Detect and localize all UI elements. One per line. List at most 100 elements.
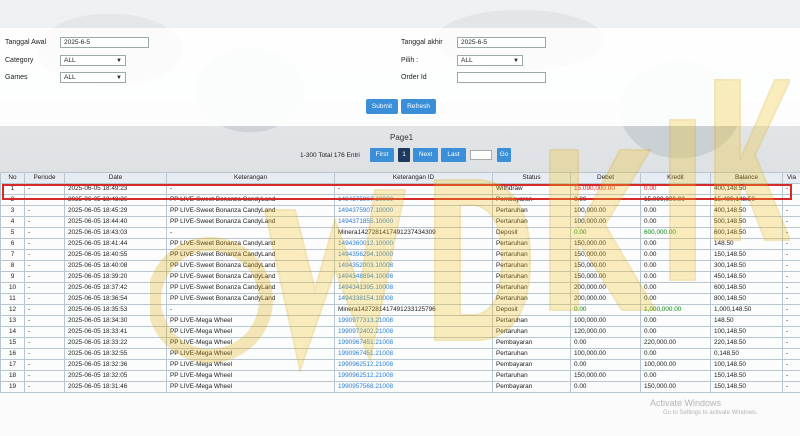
- table-row: 3-2025-06-05 18:45:29 PP LIVE-Sweet Bonan…: [0, 205, 800, 217]
- table-cell: -: [24, 227, 65, 239]
- table-cell: Minera142728141749123743430​9: [334, 227, 493, 239]
- table-cell: 0.00: [570, 304, 641, 316]
- table-cell: 150,000.00: [640, 381, 711, 393]
- table-cell: Pertaruhan: [492, 271, 571, 283]
- table-cell: Pertaruhan: [492, 216, 571, 228]
- table-cell[interactable]: 1494360012.10000: [334, 238, 493, 250]
- table-cell[interactable]: 1990967451.21008: [334, 337, 493, 349]
- page-number-input[interactable]: [470, 150, 492, 160]
- table-cell: 100,148.50: [710, 359, 783, 371]
- table-cell: 0.00: [570, 359, 641, 371]
- table-cell: 0.00: [640, 315, 711, 327]
- table-cell[interactable]: 1494348894.10008: [334, 271, 493, 283]
- table-cell[interactable]: 1990962512.21008: [334, 370, 493, 382]
- table-cell[interactable]: 1494375907.10000: [334, 205, 493, 217]
- table-cell[interactable]: 1494352003.10008: [334, 260, 493, 272]
- table-row: 2-2025-06-05 18:48:36 PP LIVE-Sweet Bonan…: [0, 194, 800, 206]
- table-cell: 3: [0, 205, 25, 217]
- table-cell[interactable]: 1990962512.21008: [334, 359, 493, 371]
- games-select[interactable]: ALL ▼: [60, 72, 126, 83]
- table-cell: 100,000.00: [640, 359, 711, 371]
- table-cell[interactable]: 1990977313.21008: [334, 315, 493, 327]
- table-cell: 150,000.00: [570, 271, 641, 283]
- table-row: 12-2025-06-05 18:35:53- Minera14272814174…: [0, 304, 800, 316]
- table-cell: 2025-06-05 18:43:03: [64, 227, 167, 239]
- table-cell: 2025-06-05 18:41:44: [64, 238, 167, 250]
- table-cell: 2025-06-05 18:33:22: [64, 337, 167, 349]
- table-cell: Pertaruhan: [492, 282, 571, 294]
- table-cell: Pembayaran: [492, 337, 571, 349]
- table-cell: 2025-06-05 18:34:30: [64, 315, 167, 327]
- table-cell: 2025-06-05 18:48:36: [64, 194, 167, 206]
- table-cell[interactable]: 1990957568.21008: [334, 381, 493, 393]
- table-row: 16-2025-06-05 18:32:55 PP LIVE-Mega Wheel…: [0, 348, 800, 360]
- table-cell: Deposit: [492, 304, 571, 316]
- table-cell[interactable]: 1494338154.10008: [334, 293, 493, 305]
- current-page-button[interactable]: 1: [398, 148, 410, 162]
- next-page-button[interactable]: Next: [413, 148, 438, 162]
- table-cell: 2025-06-05 18:40:08: [64, 260, 167, 272]
- table-cell: 17: [0, 359, 25, 371]
- games-label: Games: [5, 74, 28, 81]
- table-cell: 2025-06-05 18:32:05: [64, 370, 167, 382]
- table-cell: -: [782, 326, 800, 338]
- table-row: 11-2025-06-05 18:36:54 PP LIVE-Sweet Bona…: [0, 293, 800, 305]
- table-cell: 0.00: [640, 205, 711, 217]
- table-cell: Pertaruhan: [492, 348, 571, 360]
- table-cell: 15: [0, 337, 25, 349]
- pilih-select[interactable]: ALL ▼: [457, 55, 523, 66]
- order-id-input[interactable]: [457, 72, 546, 83]
- table-cell: 400,148.50: [710, 205, 783, 217]
- go-button[interactable]: Go: [497, 148, 511, 162]
- table-cell: 200,000.00: [570, 293, 641, 305]
- pilih-label: Pilih :: [401, 57, 419, 64]
- table-cell[interactable]: 1494375907.10000: [334, 194, 493, 206]
- table-cell: 300,148.50: [710, 260, 783, 272]
- table-cell: 12: [0, 304, 25, 316]
- tanggal-akhir-input[interactable]: 2025-6-5: [457, 37, 546, 48]
- table-cell: -: [782, 249, 800, 261]
- table-cell: 220,000.00: [640, 337, 711, 349]
- table-cell: 1,000,000.00: [640, 304, 711, 316]
- table-cell: -: [24, 260, 65, 272]
- table-cell: -: [24, 315, 65, 327]
- table-cell: 7: [0, 249, 25, 261]
- chevron-down-icon: ▼: [513, 58, 519, 64]
- submit-button[interactable]: Submit: [366, 99, 398, 114]
- column-header: Date: [64, 172, 167, 184]
- table-cell: PP LIVE-Sweet Bonanza CandyLand: [166, 216, 335, 228]
- table-cell: 19: [0, 381, 25, 393]
- table-cell: 2: [0, 194, 25, 206]
- table-cell: 2025-06-05 18:31:46: [64, 381, 167, 393]
- last-page-button[interactable]: Last: [441, 148, 466, 162]
- column-header: Status: [492, 172, 571, 184]
- table-cell: -: [24, 381, 65, 393]
- table-cell: -: [166, 227, 335, 239]
- tanggal-awal-input[interactable]: 2025-6-5: [60, 37, 149, 48]
- table-cell: Deposit: [492, 227, 571, 239]
- table-cell[interactable]: 1494356294.10000: [334, 249, 493, 261]
- table-cell[interactable]: 1990967451.21008: [334, 348, 493, 360]
- table-row: 10-2025-06-05 18:37:42 PP LIVE-Sweet Bona…: [0, 282, 800, 294]
- table-row: 7-2025-06-05 18:40:55 PP LIVE-Sweet Bonan…: [0, 249, 800, 261]
- table-cell: 6: [0, 238, 25, 250]
- first-page-button[interactable]: First: [370, 148, 394, 162]
- transactions-table-container: No Periode Date Keterangan Keterangan ID Stat…: [0, 172, 800, 436]
- table-cell: PP LIVE-Mega Wheel: [166, 337, 335, 349]
- table-row: 15-2025-06-05 18:33:22 PP LIVE-Mega Wheel…: [0, 337, 800, 349]
- table-cell: 9: [0, 271, 25, 283]
- category-select[interactable]: ALL ▼: [60, 55, 126, 66]
- table-cell: 15,090,000.00: [640, 194, 711, 206]
- table-cell[interactable]: 1494371855.10000: [334, 216, 493, 228]
- activate-windows-subtext: Go to Settings to activate Windows.: [663, 410, 758, 416]
- refresh-button[interactable]: Refresh: [401, 99, 436, 114]
- table-cell: 2025-06-05 18:35:53: [64, 304, 167, 316]
- table-cell: 0.00: [640, 238, 711, 250]
- table-cell[interactable]: 1990972402.21008: [334, 326, 493, 338]
- table-cell: 0,148.50: [710, 348, 783, 360]
- table-cell: 0.00: [640, 183, 711, 195]
- table-cell: -: [24, 216, 65, 228]
- table-cell: Pertaruhan: [492, 293, 571, 305]
- table-cell[interactable]: 1494341395.10008: [334, 282, 493, 294]
- table-cell: PP LIVE-Mega Wheel: [166, 370, 335, 382]
